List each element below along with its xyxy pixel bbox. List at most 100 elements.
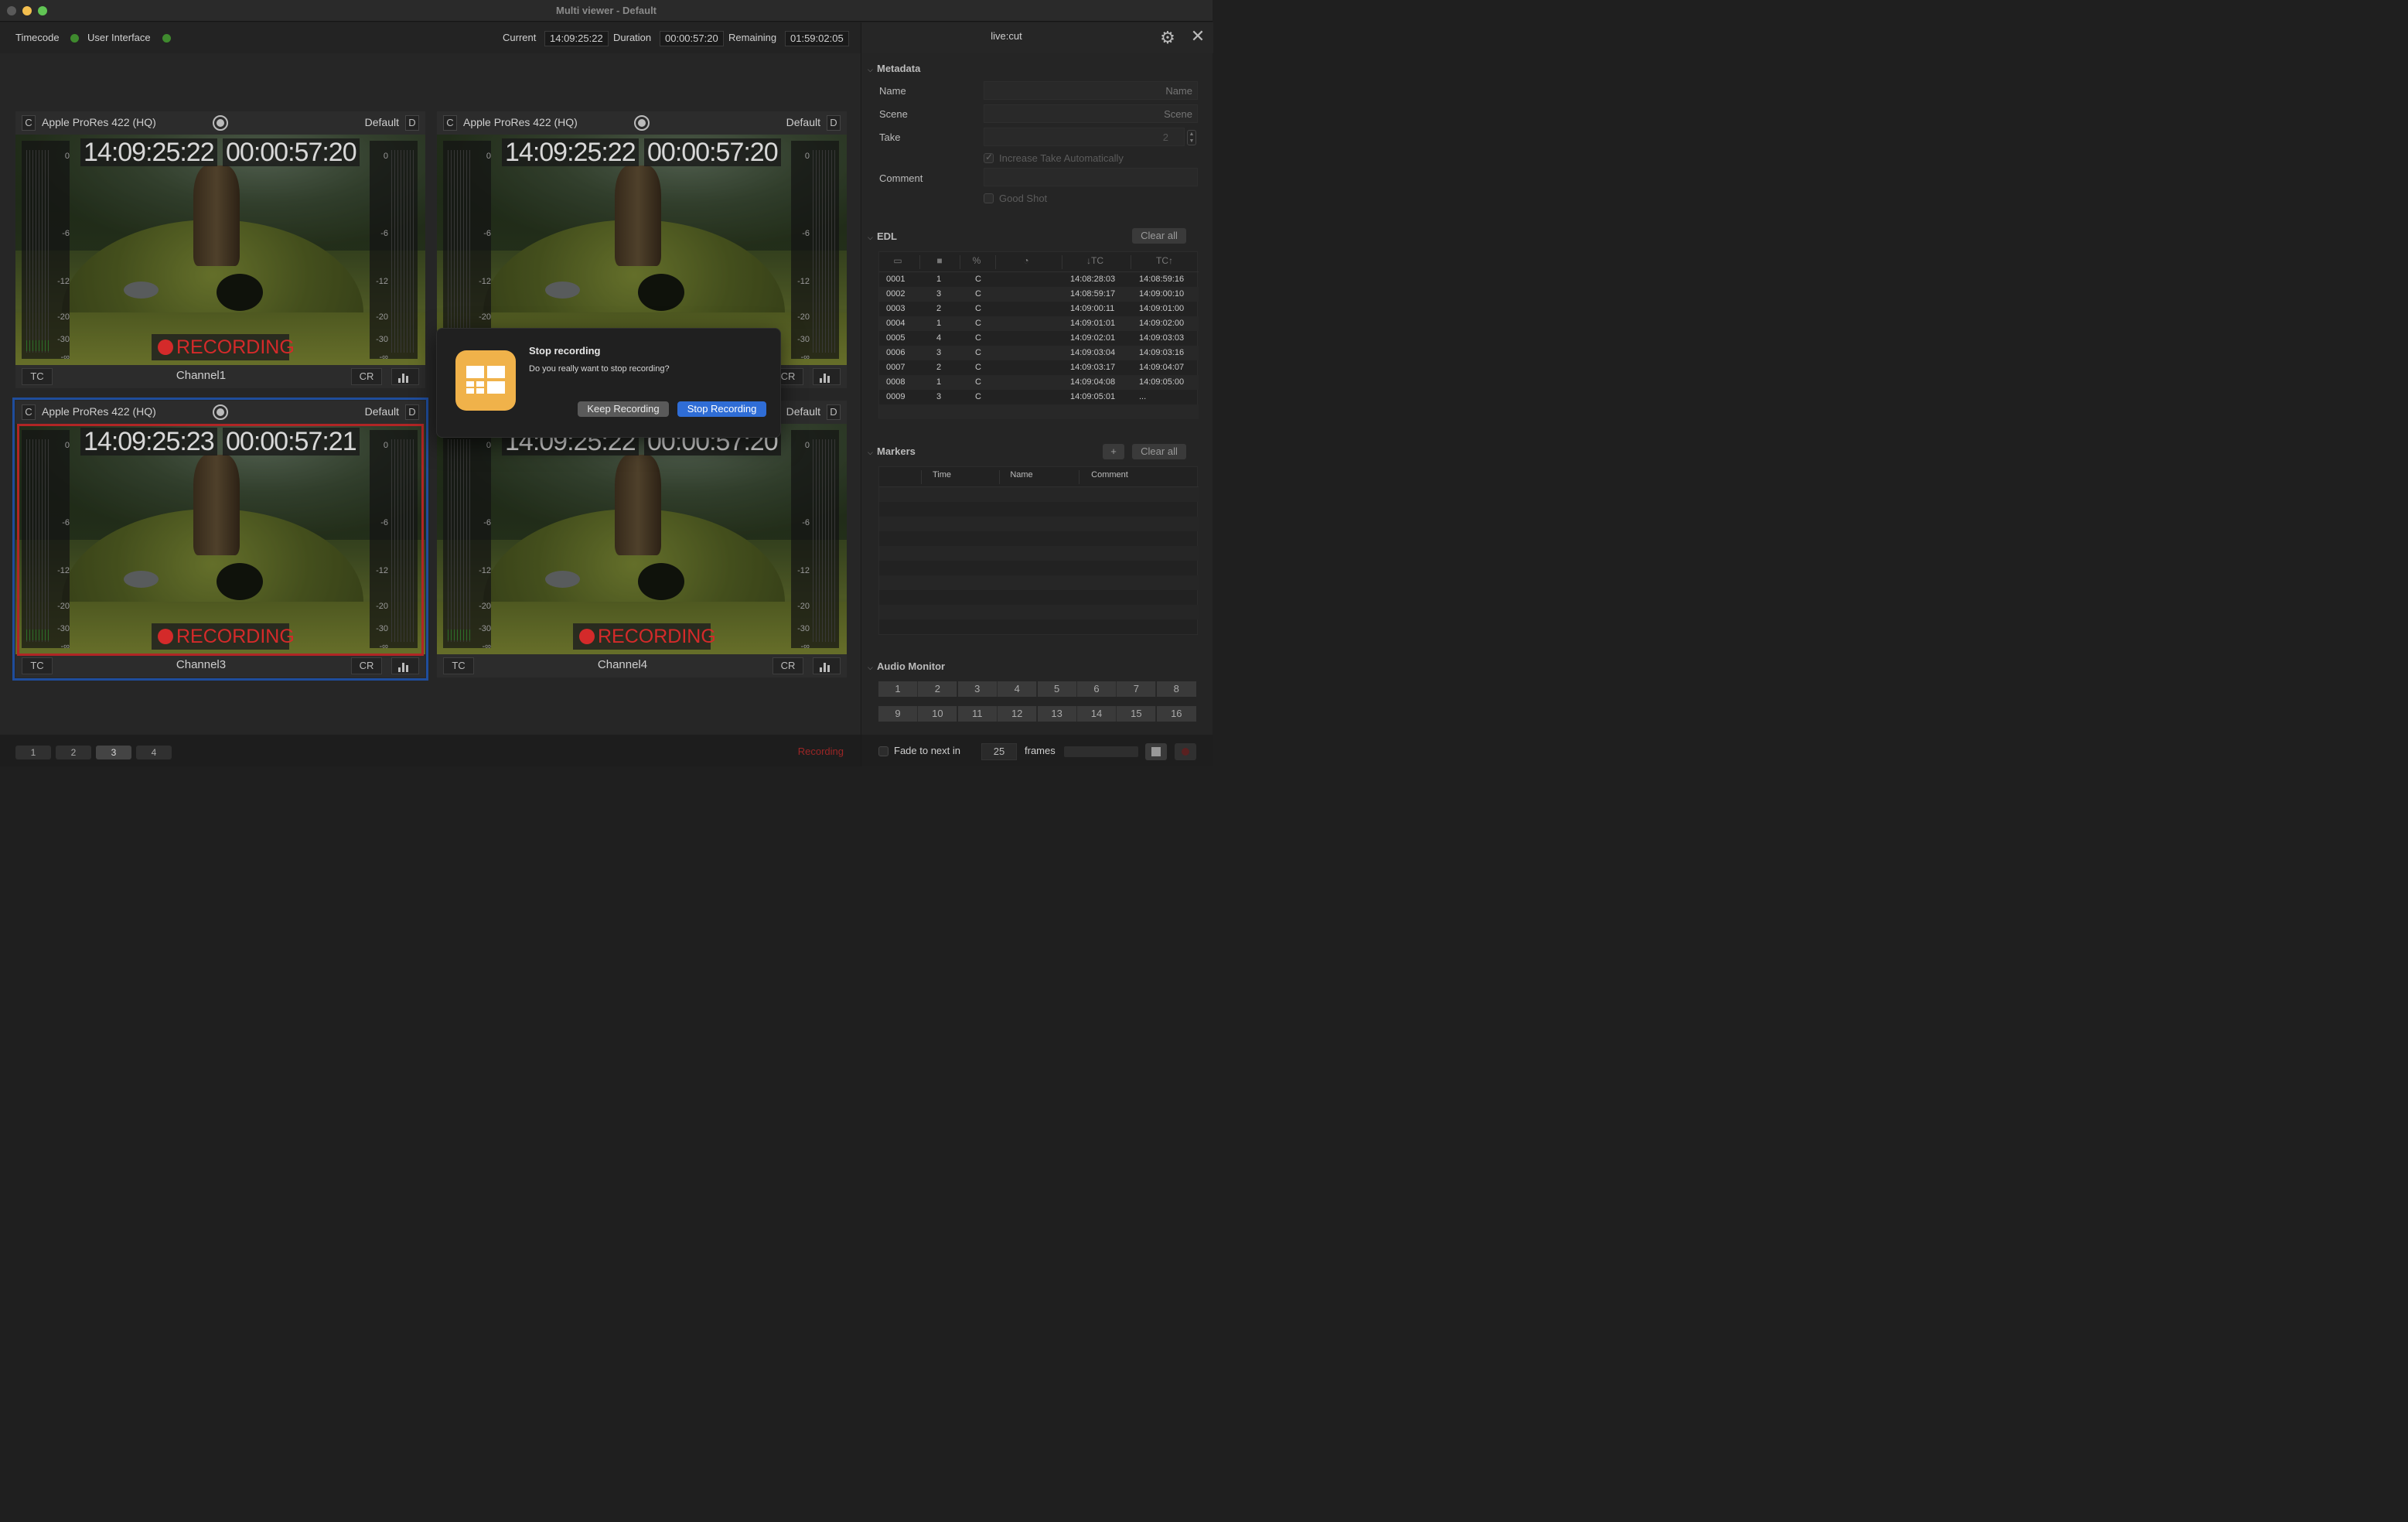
gear-icon[interactable]: ⚙ [1159, 29, 1176, 46]
frames-input[interactable]: 25 [981, 743, 1017, 760]
meter-scale-label: -12 [479, 277, 491, 286]
page-button-3[interactable]: 3 [96, 746, 131, 759]
audio-channel-button[interactable]: 8 [1156, 681, 1196, 697]
time-column-header[interactable]: Time [930, 470, 953, 484]
clock-icon[interactable]: ◔ [1017, 255, 1035, 269]
channel-tile[interactable]: C Apple ProRes 422 (HQ) Default D 0-6-12… [437, 401, 847, 677]
audio-channel-button[interactable]: 4 [998, 681, 1038, 697]
levels-button[interactable] [391, 368, 419, 385]
audio-channel-button[interactable]: 9 [878, 706, 918, 722]
preset-label[interactable]: Default [365, 116, 399, 128]
cr-button[interactable]: CR [773, 657, 803, 674]
edl-row[interactable]: 0004 1 C 14:09:01:01 14:09:02:00 [879, 316, 1199, 331]
take-label: Take [879, 131, 901, 143]
increase-take-label: Increase Take Automatically [999, 152, 1124, 164]
good-shot-checkbox[interactable] [984, 193, 994, 203]
markers-clear-all-button[interactable]: Clear all [1132, 444, 1186, 459]
audio-channel-button[interactable]: 15 [1117, 706, 1157, 722]
channel-badge-right[interactable]: D [405, 115, 419, 131]
calendar-icon[interactable]: ▭ [889, 255, 907, 269]
stop-recording-button[interactable]: Stop Recording [677, 401, 766, 417]
levels-button[interactable] [813, 657, 841, 674]
edl-row[interactable]: 0005 4 C 14:09:02:01 14:09:03:03 [879, 331, 1199, 346]
timecode-overlay: 14:09:25:22 [80, 138, 217, 166]
increase-take-checkbox[interactable] [984, 152, 994, 163]
edl-in-timecode: 14:09:04:08 [1070, 377, 1116, 387]
audio-monitor-section-header[interactable]: ⌵ Audio Monitor [868, 660, 945, 672]
record-icon[interactable] [1175, 743, 1196, 760]
audio-channel-button[interactable]: 16 [1156, 706, 1196, 722]
preset-label[interactable]: Default [786, 116, 820, 128]
edl-row[interactable]: 0007 2 C 14:09:03:17 14:09:04:07 [879, 360, 1199, 375]
edl-event-id: 0006 [886, 348, 906, 357]
camera-icon[interactable]: ■ [930, 255, 949, 269]
edl-row[interactable]: 0009 3 C 14:09:05:01 ... [879, 390, 1199, 404]
video-preview[interactable]: 0-6-12-20-30-∞ 0-6-12-20-30-∞ 14:09:25:2… [15, 135, 425, 365]
close-icon[interactable]: ✕ [1190, 28, 1206, 45]
add-marker-button[interactable]: + [1103, 444, 1124, 459]
out-timecode-column-header[interactable]: TC↑ [1148, 255, 1181, 269]
channel-tile[interactable]: C Apple ProRes 422 (HQ) Default D 0-6-12… [15, 111, 425, 388]
edl-row[interactable]: 0002 3 C 14:08:59:17 14:09:00:10 [879, 287, 1199, 302]
record-toggle-icon[interactable] [634, 115, 650, 131]
audio-channel-button[interactable]: 10 [918, 706, 958, 722]
cr-button[interactable]: CR [351, 368, 382, 385]
edl-row[interactable]: 0006 3 C 14:09:03:04 14:09:03:16 [879, 346, 1199, 360]
audio-channel-button[interactable]: 12 [998, 706, 1038, 722]
meter-scale-label: -∞ [60, 353, 70, 362]
comment-column-header[interactable]: Comment [1088, 470, 1131, 484]
audio-channel-button[interactable]: 5 [1037, 681, 1077, 697]
edl-row[interactable]: 0001 1 C 14:08:28:03 14:08:59:16 [879, 272, 1199, 287]
page-button-1[interactable]: 1 [15, 746, 51, 759]
fade-slider[interactable] [1064, 746, 1138, 757]
channel-badge-left[interactable]: C [22, 115, 36, 131]
edl-row[interactable]: 0008 1 C 14:09:04:08 14:09:05:00 [879, 375, 1199, 390]
metadata-section-header[interactable]: ⌵ Metadata [868, 63, 920, 74]
preset-label[interactable]: Default [786, 405, 820, 418]
markers-section-header[interactable]: ⌵ Markers [868, 445, 916, 457]
edl-section-header[interactable]: ⌵ EDL [868, 230, 897, 242]
audio-channel-button[interactable]: 13 [1037, 706, 1077, 722]
page-button-2[interactable]: 2 [56, 746, 91, 759]
name-input[interactable] [984, 81, 1198, 100]
meter-scale-label: -30 [797, 335, 810, 344]
audio-channel-button[interactable]: 2 [918, 681, 958, 697]
audio-channel-button[interactable]: 1 [878, 681, 918, 697]
edl-clear-all-button[interactable]: Clear all [1132, 228, 1186, 244]
comment-input[interactable] [984, 168, 1198, 186]
audio-channel-button[interactable]: 3 [957, 681, 998, 697]
keep-recording-button[interactable]: Keep Recording [578, 401, 669, 417]
levels-button[interactable] [813, 368, 841, 385]
audio-channel-button[interactable]: 14 [1077, 706, 1117, 722]
stop-icon[interactable] [1145, 743, 1167, 760]
meter-scale-label: 0 [486, 441, 491, 450]
take-stepper[interactable]: ▲ ▼ [1187, 130, 1196, 145]
edl-row[interactable]: 0003 2 C 14:09:00:11 14:09:01:00 [879, 302, 1199, 316]
transition-column-header[interactable]: % [967, 255, 986, 269]
dialog-message: Do you really want to stop recording? [529, 364, 670, 374]
edl-event-id: 0004 [886, 319, 906, 328]
name-column-header[interactable]: Name [1008, 470, 1035, 484]
edl-in-timecode: 14:09:03:17 [1070, 363, 1116, 372]
meter-scale-label: -30 [57, 335, 70, 344]
scene-input[interactable] [984, 104, 1198, 123]
record-toggle-icon[interactable] [213, 115, 228, 131]
audio-channel-button[interactable]: 11 [957, 706, 998, 722]
audio-channel-button[interactable]: 7 [1117, 681, 1157, 697]
meter-scale-label: -20 [376, 312, 388, 322]
audio-channel-button[interactable]: 6 [1077, 681, 1117, 697]
channel-badge-left[interactable]: C [443, 115, 457, 131]
page-button-4[interactable]: 4 [136, 746, 172, 759]
take-input[interactable]: 2 [984, 128, 1185, 146]
channel-badge-right[interactable]: D [827, 115, 841, 131]
channel-badge-right[interactable]: D [827, 404, 841, 420]
edl-camera: 2 [936, 304, 942, 313]
meter-scale-label: -6 [483, 518, 491, 527]
codec-label[interactable]: Apple ProRes 422 (HQ) [42, 116, 156, 128]
in-timecode-column-header[interactable]: ↓TC [1079, 255, 1111, 269]
marker-row [879, 561, 1199, 575]
video-preview[interactable]: 0-6-12-20-30-∞ 0-6-12-20-30-∞ 14:09:25:2… [437, 424, 847, 654]
edl-camera: 2 [936, 363, 942, 372]
fade-to-next-checkbox[interactable] [878, 746, 889, 756]
codec-label[interactable]: Apple ProRes 422 (HQ) [463, 116, 578, 128]
